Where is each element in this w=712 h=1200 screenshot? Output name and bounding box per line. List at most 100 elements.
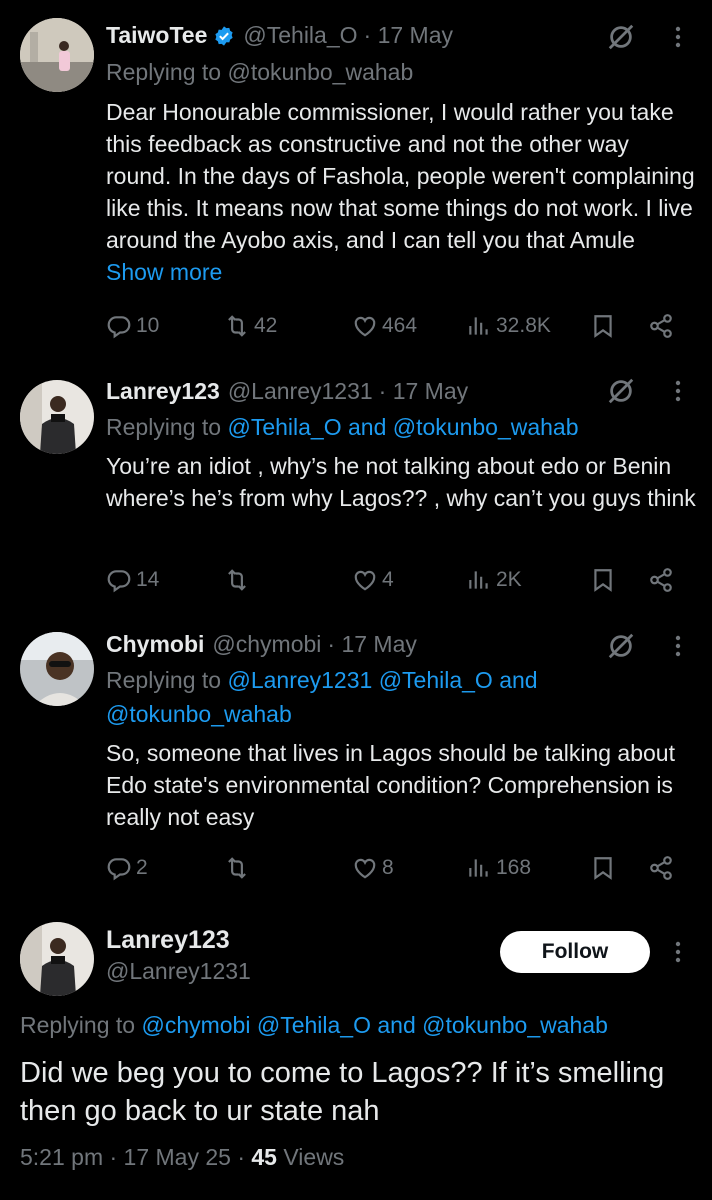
replying-to-label: Replying to [106, 59, 222, 85]
more-icon[interactable] [668, 631, 688, 661]
views-button[interactable]: 2K [466, 564, 522, 596]
tweet-header: Chymobi @chymobi · 17 May [106, 631, 417, 658]
focused-user-handle[interactable]: @Lanrey1231 [106, 958, 251, 985]
more-icon[interactable] [668, 376, 688, 406]
user-handle[interactable]: @chymobi [212, 631, 321, 658]
reply-button[interactable]: 10 [106, 310, 159, 342]
like-button[interactable]: 4 [352, 564, 394, 596]
replying-to-mentions[interactable]: @chymobi @Tehila_O and @tokunbo_wahab [141, 1012, 607, 1038]
bookmark-icon [590, 313, 616, 339]
display-name[interactable]: Chymobi [106, 631, 204, 658]
grok-icon[interactable] [606, 22, 636, 52]
show-more-link[interactable]: Show more [106, 259, 222, 285]
replying-to-mentions[interactable]: @Tehila_O and @tokunbo_wahab [227, 414, 578, 440]
tweet-text: You’re an idiot , why’s he not talking a… [106, 453, 696, 511]
like-count: 4 [382, 568, 394, 591]
tweet-date[interactable]: · 17 May [379, 378, 468, 405]
tweet-body: Dear Honourable commissioner, I would ra… [106, 99, 695, 253]
tweet-metadata: 5:21 pm · 17 May 25 · 45 Views [20, 1144, 344, 1171]
replying-to-label: Replying to [20, 1012, 136, 1038]
replying-to: Replying to @Tehila_O and @tokunbo_wahab [106, 414, 579, 441]
views-button[interactable]: 168 [466, 852, 531, 884]
like-count: 464 [382, 314, 418, 337]
share-icon [648, 855, 674, 881]
reply-icon [106, 567, 132, 593]
views-label: Views [276, 1144, 345, 1170]
grok-icon[interactable] [606, 376, 636, 406]
user-handle[interactable]: @Tehila_O [243, 22, 357, 49]
display-name[interactable]: TaiwoTee [106, 22, 207, 49]
avatar[interactable] [20, 18, 94, 92]
repost-icon [224, 855, 250, 881]
avatar[interactable] [20, 632, 94, 706]
action-bar: 14 4 2K [106, 564, 676, 596]
tweet-date[interactable]: · 17 May [364, 22, 453, 49]
more-icon[interactable] [668, 22, 688, 52]
focused-avatar[interactable] [20, 922, 94, 996]
tweet-text: Dear Honourable commissioner, I would ra… [106, 96, 696, 288]
focused-display-name[interactable]: Lanrey123 [106, 926, 230, 955]
views-count: 168 [496, 856, 532, 879]
views-count: 2K [496, 568, 522, 591]
views-icon [466, 567, 492, 593]
tweet-timestamp[interactable]: 5:21 pm · 17 May 25 · [20, 1144, 251, 1170]
action-bar: 10 42 464 32.8K [106, 310, 676, 342]
reply-count: 14 [136, 568, 160, 591]
bookmark-button[interactable] [590, 310, 616, 342]
like-count: 8 [382, 856, 394, 879]
replying-to-label: Replying to [106, 667, 222, 693]
reply-icon [106, 855, 132, 881]
tweet-3[interactable]: Chymobi @chymobi · 17 May Replying to @L… [0, 615, 712, 910]
reply-count: 10 [136, 314, 160, 337]
verified-badge-icon [213, 25, 235, 47]
views-count: 45 [251, 1144, 277, 1170]
follow-button[interactable]: Follow [500, 931, 650, 973]
views-button[interactable]: 32.8K [466, 310, 551, 342]
bookmark-icon [590, 855, 616, 881]
repost-count: 42 [254, 314, 278, 337]
share-icon [648, 313, 674, 339]
replying-to-mentions[interactable]: @Lanrey1231 @Tehila_O and [227, 667, 537, 693]
tweet-2[interactable]: Lanrey123 @Lanrey1231 · 17 May Replying … [0, 360, 712, 615]
like-button[interactable]: 8 [352, 852, 394, 884]
repost-button[interactable]: 42 [224, 310, 277, 342]
views-count: 32.8K [496, 314, 551, 337]
share-button[interactable] [648, 852, 674, 884]
views-icon [466, 313, 492, 339]
repost-button[interactable] [224, 852, 254, 884]
bookmark-icon [590, 567, 616, 593]
tweet-header: Lanrey123 @Lanrey1231 · 17 May [106, 378, 468, 405]
grok-icon[interactable] [606, 631, 636, 661]
like-icon [352, 567, 378, 593]
avatar[interactable] [20, 380, 94, 454]
tweet-header: TaiwoTee @Tehila_O · 17 May [106, 22, 453, 49]
repost-icon [224, 567, 250, 593]
focused-replying-to: Replying to @chymobi @Tehila_O and @toku… [20, 1012, 608, 1039]
views-icon [466, 855, 492, 881]
bookmark-button[interactable] [590, 564, 616, 596]
bookmark-button[interactable] [590, 852, 616, 884]
focused-tweet-text: Did we beg you to come to Lagos?? If it’… [20, 1057, 665, 1127]
replying-to-mention[interactable]: @tokunbo_wahab [227, 59, 413, 85]
reply-button[interactable]: 2 [106, 852, 148, 884]
replying-to-mentions-continued[interactable]: @tokunbo_wahab [106, 701, 292, 728]
tweet-1[interactable]: TaiwoTee @Tehila_O · 17 May Replying to … [0, 0, 712, 360]
share-button[interactable] [648, 564, 674, 596]
replying-to: Replying to @tokunbo_wahab [106, 59, 413, 86]
display-name[interactable]: Lanrey123 [106, 378, 220, 405]
tweet-date[interactable]: · 17 May [327, 631, 416, 658]
replying-to: Replying to @Lanrey1231 @Tehila_O and [106, 667, 538, 694]
replying-to-label: Replying to [106, 414, 222, 440]
share-button[interactable] [648, 310, 674, 342]
reply-icon [106, 313, 132, 339]
reply-button[interactable]: 14 [106, 564, 159, 596]
share-icon [648, 567, 674, 593]
repost-button[interactable] [224, 564, 254, 596]
like-icon [352, 855, 378, 881]
repost-icon [224, 313, 250, 339]
like-button[interactable]: 464 [352, 310, 417, 342]
action-bar: 2 8 168 [106, 852, 676, 884]
reply-count: 2 [136, 856, 148, 879]
more-icon[interactable] [668, 937, 688, 967]
user-handle[interactable]: @Lanrey1231 [228, 378, 373, 405]
